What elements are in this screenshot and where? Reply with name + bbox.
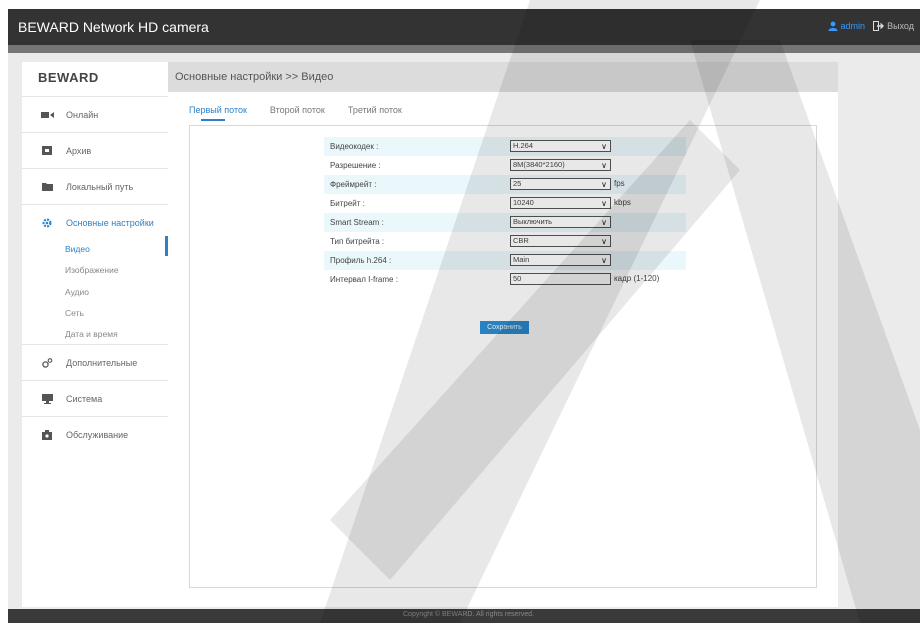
profile-value: Main [513,255,530,264]
subitem-video[interactable]: Видео [65,244,90,254]
page-title: Основные настройки >> Видео [175,71,334,83]
chevron-down-icon: ∨ [601,237,607,246]
bitrate-type-label: Тип битрейта : [330,237,385,246]
subitem-audio[interactable]: Аудио [65,287,89,297]
logout-icon [873,21,885,31]
user-area: admin Выход [828,21,914,31]
sidebar-item-label: Обслуживание [66,429,129,440]
chevron-down-icon: ∨ [601,199,607,208]
logout-button[interactable]: Выход [873,21,914,31]
user-link[interactable]: admin [828,21,866,31]
chevron-down-icon: ∨ [601,161,607,170]
sidebar-item-online[interactable]: Онлайн [22,96,168,132]
gears-icon [40,357,54,368]
profile-label: Профиль h.264 : [330,256,392,265]
subitem-image[interactable]: Изображение [65,265,119,275]
app-title: BEWARD Network HD camera [18,19,209,35]
subitem-network[interactable]: Сеть [65,308,84,318]
top-bar: BEWARD Network HD camera admin Выход [8,9,920,45]
sidebar-item-label: Основные настройки [66,217,154,228]
smart-stream-select[interactable]: Выключить ∨ [510,216,611,228]
tab-first-stream[interactable]: Первый поток [189,105,247,121]
form-row-framerate: Фреймрейт : 25 ∨ fps [324,175,686,194]
bitrate-select[interactable]: 10240 ∨ [510,197,611,209]
bitrate-type-value: CBR [513,236,529,245]
logout-label: Выход [887,21,914,31]
sidebar-item-label: Локальный путь [66,181,134,192]
video-icon [40,110,54,120]
stream-tabs: Первый поток Второй поток Третий поток [189,105,402,121]
resolution-label: Разрешение : [330,161,381,170]
chevron-down-icon: ∨ [601,218,607,227]
bitrate-unit: kbps [614,198,631,207]
footer: Copyright © BEWARD. All rights reserved. [8,609,920,623]
codec-select[interactable]: H.264 ∨ [510,140,611,152]
form-row-bitrate: Битрейт : 10240 ∨ kbps [324,194,686,213]
iframe-input[interactable]: 50 [510,273,611,285]
tab-third-stream[interactable]: Третий поток [348,105,402,121]
user-icon [828,21,838,31]
content-header: Основные настройки >> Видео [168,62,838,92]
sidebar-item-label: Архив [66,145,92,156]
sidebar-item-label: Система [66,393,103,404]
maintenance-icon [40,429,54,440]
username: admin [840,21,866,31]
sidebar-item-advanced[interactable]: Дополнительные [22,344,168,380]
gear-icon [40,217,54,228]
codec-label: Видеокодек : [330,142,379,151]
logo: BEWARD [38,70,99,85]
form-row-profile: Профиль h.264 : Main ∨ [324,251,686,270]
resolution-select[interactable]: 8M(3840*2160) ∨ [510,159,611,171]
form-row-smart-stream: Smart Stream : Выключить ∨ [324,213,686,232]
sidebar-item-maintenance[interactable]: Обслуживание [22,416,168,452]
sidebar: BEWARD Онлайн Архив Локальный путь Основ… [22,62,168,607]
sidebar-item-system[interactable]: Система [22,380,168,416]
settings-panel: Видеокодек : H.264 ∨ Разрешение : 8M(3840… [189,125,817,588]
iframe-label: Интервал I-frame : [330,275,398,284]
main-content: Основные настройки >> Видео Первый поток… [168,62,838,607]
chevron-down-icon: ∨ [601,256,607,265]
save-button[interactable]: Сохранить [480,321,529,334]
framerate-select[interactable]: 25 ∨ [510,178,611,190]
sidebar-item-basic-settings[interactable]: Основные настройки [22,204,168,240]
codec-value: H.264 [513,141,534,150]
smart-stream-label: Smart Stream : [330,218,384,227]
copyright: Copyright © BEWARD. All rights reserved. [403,611,534,618]
bitrate-label: Битрейт : [330,199,365,208]
sidebar-item-local-path[interactable]: Локальный путь [22,168,168,204]
chevron-down-icon: ∨ [601,142,607,151]
form-row-bitrate-type: Тип битрейта : CBR ∨ [324,232,686,251]
framerate-value: 25 [513,179,522,188]
folder-icon [40,182,54,192]
bitrate-value: 10240 [513,198,534,207]
subitem-datetime[interactable]: Дата и время [65,329,118,339]
profile-select[interactable]: Main ∨ [510,254,611,266]
sidebar-item-archive[interactable]: Архив [22,132,168,168]
sidebar-item-label: Дополнительные [66,357,138,368]
smart-stream-value: Выключить [513,217,553,226]
archive-icon [40,146,54,156]
iframe-unit: кадр (1-120) [614,274,660,283]
monitor-icon [40,393,54,404]
framerate-label: Фреймрейт : [330,180,377,189]
form-row-iframe: Интервал I-frame : 50 кадр (1-120) [324,270,686,289]
chevron-down-icon: ∨ [601,180,607,189]
resolution-value: 8M(3840*2160) [513,160,565,169]
tab-second-stream[interactable]: Второй поток [270,105,325,121]
framerate-unit: fps [614,179,625,188]
header-divider [8,45,920,53]
form-row-codec: Видеокодек : H.264 ∨ [324,137,686,156]
bitrate-type-select[interactable]: CBR ∨ [510,235,611,247]
form-row-resolution: Разрешение : 8M(3840*2160) ∨ [324,156,686,175]
sidebar-item-label: Онлайн [66,109,99,120]
